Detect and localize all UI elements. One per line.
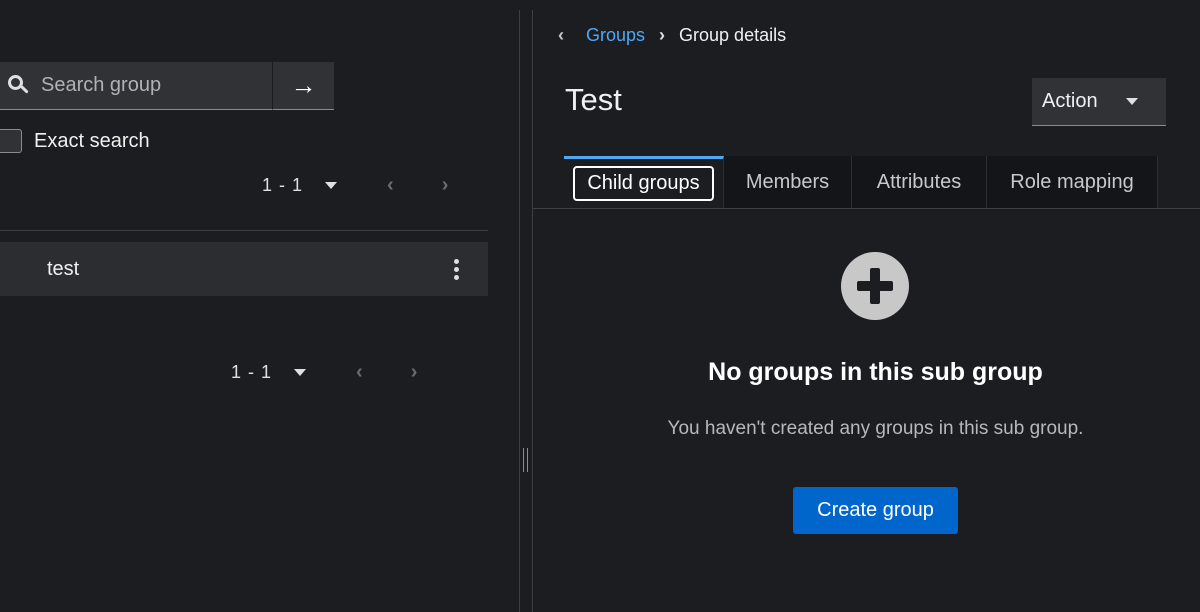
pane-splitter[interactable] [519, 10, 533, 612]
group-row[interactable]: test [0, 242, 488, 296]
tab-label: Attributes [876, 170, 962, 193]
action-label: Action [1042, 90, 1098, 112]
create-group-button[interactable]: Create group [793, 487, 958, 534]
group-name[interactable]: test [47, 258, 79, 281]
tab-label: Child groups [573, 166, 714, 201]
search-submit-button[interactable]: → [272, 62, 334, 110]
kebab-menu-icon[interactable] [454, 259, 460, 281]
previous-page-icon[interactable]: ‹ [387, 174, 394, 197]
tab-members[interactable]: Members [724, 156, 852, 208]
next-page-icon[interactable]: › [411, 361, 418, 384]
divider [0, 230, 488, 231]
tab-label: Members [745, 170, 830, 193]
plus-circle-icon [841, 252, 909, 320]
page-title: Test [565, 82, 622, 117]
pagination-bottom: 1 - 1 ‹ › [231, 357, 417, 387]
arrow-right-icon: → [290, 70, 317, 100]
caret-down-icon[interactable] [294, 368, 307, 376]
pagination-range[interactable]: 1 - 1 [262, 175, 303, 196]
tab-child-groups[interactable]: Child groups [564, 156, 724, 208]
exact-search-option: Exact search [0, 126, 150, 156]
tab-label: Role mapping [1010, 170, 1134, 193]
group-tree-pane: → Exact search 1 - 1 ‹ › test 1 - 1 ‹ › [0, 0, 520, 612]
breadcrumb: ‹ Groups › Group details [558, 22, 786, 48]
search-input[interactable] [39, 73, 259, 98]
previous-page-icon[interactable]: ‹ [356, 361, 363, 384]
drag-handle-icon[interactable] [523, 448, 528, 472]
action-dropdown[interactable]: Action [1032, 78, 1166, 126]
next-page-icon[interactable]: › [442, 174, 449, 197]
empty-state-body: You haven't created any groups in this s… [667, 418, 1084, 439]
caret-down-icon [1125, 98, 1138, 105]
pagination-range[interactable]: 1 - 1 [231, 362, 272, 383]
tab-role-mapping[interactable]: Role mapping [987, 156, 1158, 208]
group-details-pane: ‹ Groups › Group details Test Action Chi… [533, 0, 1200, 612]
chevron-right-icon: › [659, 24, 666, 45]
tab-attributes[interactable]: Attributes [852, 156, 987, 208]
breadcrumb-current: Group details [679, 24, 787, 45]
empty-state-title: No groups in this sub group [708, 358, 1043, 386]
breadcrumb-groups-link[interactable]: Groups [586, 25, 645, 46]
tab-divider [533, 208, 1200, 209]
search-icon [8, 74, 30, 97]
chevron-left-icon[interactable]: ‹ [558, 25, 564, 46]
exact-search-label: Exact search [34, 129, 150, 152]
tab-bar: Child groups Members Attributes Role map… [564, 156, 1158, 208]
caret-down-icon[interactable] [325, 181, 338, 189]
pagination-top: 1 - 1 ‹ › [262, 170, 448, 200]
exact-search-checkbox[interactable] [0, 129, 22, 153]
search-box [0, 62, 272, 110]
